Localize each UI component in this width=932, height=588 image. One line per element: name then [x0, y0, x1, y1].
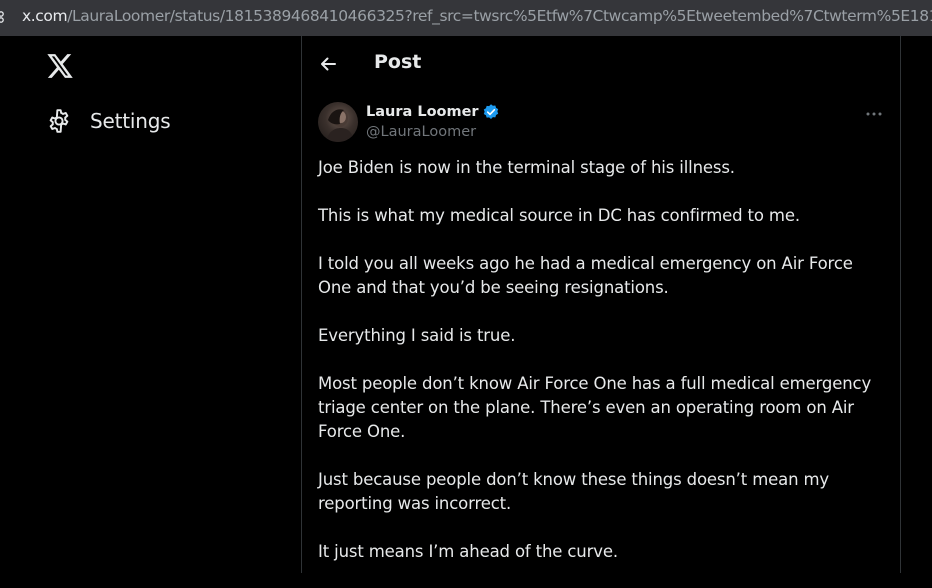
avatar-image	[326, 109, 354, 142]
page-title: Post	[374, 51, 422, 73]
post-paragraph: It just means I’m ahead of the curve.	[318, 542, 618, 561]
post-paragraph: Joe Biden is now in the terminal stage o…	[318, 158, 735, 177]
sidebar-item-label: Settings	[90, 109, 171, 133]
post-paragraph: This is what my medical source in DC has…	[318, 206, 800, 225]
post-paragraph: Most people don’t know Air Force One has…	[318, 374, 872, 441]
post-text: Joe Biden is now in the terminal stage o…	[318, 156, 888, 588]
post-paragraph: I told you all weeks ago he had a medica…	[318, 254, 853, 297]
url-host: x.com	[22, 7, 68, 25]
post-column: Post Laura Loomer @LauraLoomer Joe Biden…	[302, 36, 900, 573]
sidebar-item-settings[interactable]: Settings	[40, 102, 171, 140]
url-path: /LauraLoomer/status/1815389468410466325?…	[67, 7, 932, 25]
author-name[interactable]: Laura Loomer	[366, 103, 500, 121]
site-info-icon[interactable]	[0, 10, 7, 24]
column-divider-right	[900, 36, 901, 573]
author-handle[interactable]: @LauraLoomer	[366, 124, 476, 140]
ellipsis-icon[interactable]	[862, 102, 886, 126]
post-paragraph: Just because people don’t know these thi…	[318, 470, 830, 513]
url-text[interactable]: x.com/LauraLoomer/status/181538946841046…	[22, 7, 932, 25]
avatar[interactable]	[318, 102, 358, 142]
arrow-left-icon[interactable]	[318, 54, 338, 74]
x-logo-icon[interactable]	[45, 53, 75, 79]
post-paragraph: Everything I said is true.	[318, 326, 516, 345]
sidebar: Settings	[0, 36, 301, 573]
author-name-text: Laura Loomer	[366, 104, 479, 120]
verified-badge-icon	[483, 104, 498, 119]
browser-address-bar[interactable]: x.com/LauraLoomer/status/181538946841046…	[0, 0, 932, 36]
gear-icon	[49, 109, 69, 133]
